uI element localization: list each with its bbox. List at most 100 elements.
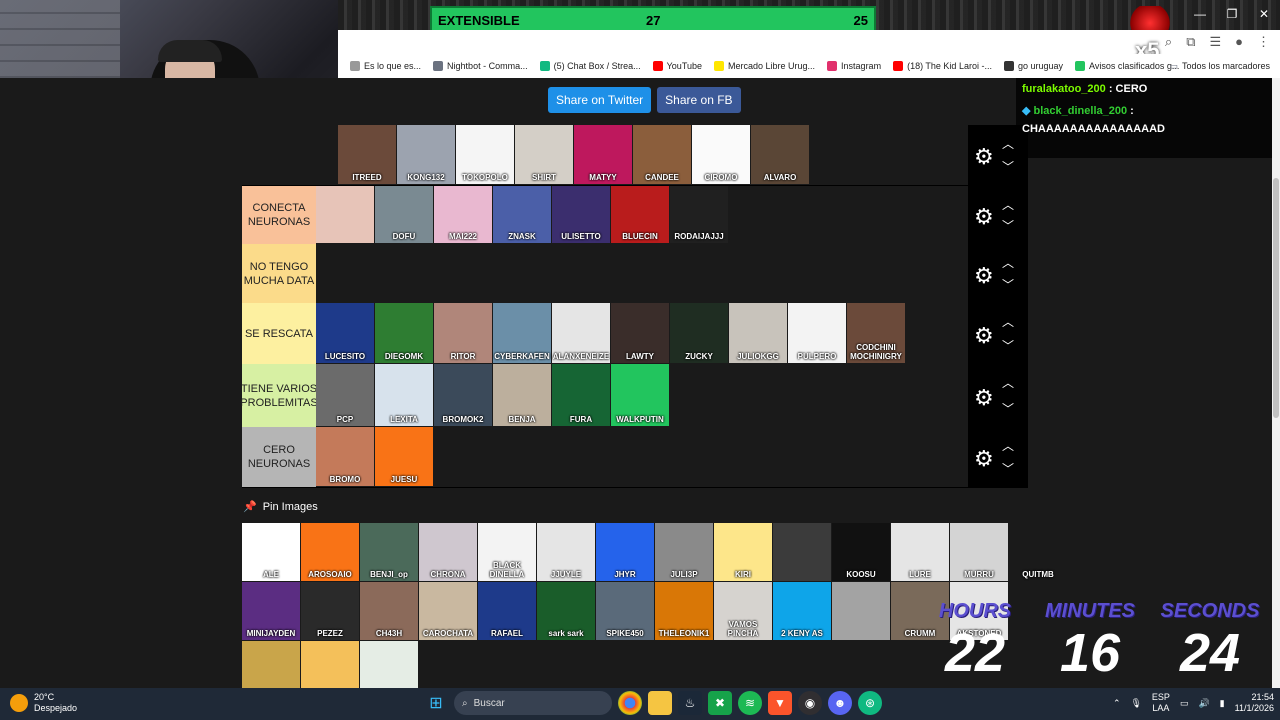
pin-tile[interactable]: CH43H (360, 582, 418, 640)
pin-tile[interactable]: RAFAEL (478, 582, 536, 640)
tier-tile[interactable]: MATYY (574, 125, 632, 184)
tier-tile[interactable]: JULIOKGG (729, 303, 787, 363)
tier-tile[interactable]: ULISETTO (552, 186, 610, 243)
brave-icon[interactable]: ▼ (768, 691, 792, 715)
app-icon[interactable]: ⊛ (858, 691, 882, 715)
clock[interactable]: 21:54 11/1/2026 (1235, 692, 1274, 714)
tier-tile[interactable]: SHIRT (515, 125, 573, 184)
pin-tile[interactable]: BENJI_op (360, 523, 418, 581)
tier-tile[interactable]: LEXITA (375, 364, 433, 426)
chevron-up-icon[interactable]: ︿ (1002, 313, 1014, 330)
tier-tile[interactable]: CIROMO (692, 125, 750, 184)
gear-icon[interactable]: ⚙ (974, 144, 994, 170)
tier-tile[interactable]: ITREED (338, 125, 396, 184)
tab-search-icon[interactable]: ☰ (1209, 34, 1221, 50)
gear-icon[interactable]: ⚙ (974, 204, 994, 230)
pin-tile[interactable]: JJUYLE (537, 523, 595, 581)
menu-icon[interactable]: ⋮ (1257, 34, 1270, 50)
pin-tile[interactable]: PEZEZ (301, 582, 359, 640)
chevron-up-icon[interactable]: ︿ (1002, 254, 1014, 271)
gear-icon[interactable]: ⚙ (974, 323, 994, 349)
tier-tile[interactable]: DIEGOMK (375, 303, 433, 363)
pin-tile[interactable]: KOOSU (832, 523, 890, 581)
tier-tile[interactable]: LUCESITO (316, 303, 374, 363)
pin-tile[interactable]: AROSOAIO (301, 523, 359, 581)
share-twitter-button[interactable]: Share on Twitter (548, 87, 652, 113)
extensions-icon[interactable]: ⧉ (1186, 34, 1195, 50)
steam-icon[interactable]: ♨ (678, 691, 702, 715)
pin-tile[interactable]: CHRONA (419, 523, 477, 581)
chevron-up-icon[interactable]: ︿ (1002, 374, 1014, 391)
tier-tile[interactable]: ALVARO (751, 125, 809, 184)
microphone-icon[interactable]: 🎙 (1130, 698, 1141, 709)
file-explorer-icon[interactable] (648, 691, 672, 715)
tier-tile[interactable]: BLUECIN (611, 186, 669, 243)
language-indicator[interactable]: ESP LAA (1152, 692, 1170, 714)
chevron-down-icon[interactable]: ﹀ (1002, 276, 1014, 293)
chevron-up-icon[interactable]: ︿ (1002, 135, 1014, 152)
network-icon[interactable]: ▭ (1180, 698, 1189, 709)
restore-icon[interactable]: ❐ (1216, 0, 1248, 28)
tier-tile[interactable]: BROMOK2 (434, 364, 492, 426)
pin-tile[interactable]: MINIJAYDEN (242, 582, 300, 640)
pin-tile[interactable]: CAROCHATA (419, 582, 477, 640)
gear-icon[interactable]: ⚙ (974, 263, 994, 289)
zoom-icon[interactable]: ⌕ (1165, 34, 1172, 50)
pin-tile[interactable]: QUITMB (1009, 523, 1067, 581)
pin-tile[interactable]: JULI3P (655, 523, 713, 581)
tier-label[interactable]: CONECTA NEURONAS (242, 186, 316, 244)
pin-tile[interactable]: THELEONIK1 (655, 582, 713, 640)
tier-tile[interactable]: FURA (552, 364, 610, 426)
tier-tile[interactable] (316, 186, 374, 243)
tier-tile[interactable]: JUESU (375, 427, 433, 486)
tier-label[interactable] (242, 125, 316, 185)
scrollbar-thumb[interactable] (1273, 178, 1279, 418)
discord-icon[interactable]: ☻ (828, 691, 852, 715)
pin-tile[interactable]: BLACK DINELLA (478, 523, 536, 581)
bookmark-item[interactable]: Avisos clasificados g... (1075, 61, 1179, 71)
close-icon[interactable]: ✕ (1248, 0, 1280, 28)
chevron-up-icon[interactable]: ︿ (1002, 437, 1014, 454)
gear-icon[interactable]: ⚙ (974, 385, 994, 411)
bookmark-item[interactable]: YouTube (652, 61, 702, 71)
pin-tile[interactable]: VAMOS PINCHA (714, 582, 772, 640)
tier-tile[interactable]: CANDEE (633, 125, 691, 184)
tier-tile[interactable]: DOFU (375, 186, 433, 243)
weather-widget[interactable]: 20°C Despejado (10, 692, 77, 714)
taskbar-search[interactable]: ⌕ Buscar (454, 691, 612, 715)
chevron-up-icon[interactable]: ︿ (1002, 196, 1014, 213)
obs-icon[interactable]: ◉ (798, 691, 822, 715)
pin-tile[interactable]: MURRU (950, 523, 1008, 581)
tier-tile[interactable]: WALKPUTIN (611, 364, 669, 426)
spotify-icon[interactable]: ≋ (738, 691, 762, 715)
tier-tile[interactable]: PULPERO (788, 303, 846, 363)
bookmark-item[interactable]: (18) The Kid Laroi -... (893, 61, 992, 71)
gear-icon[interactable]: ⚙ (974, 446, 994, 472)
pin-tile[interactable]: JHYR (596, 523, 654, 581)
tier-label[interactable]: SE RESCATA (242, 303, 316, 364)
bookmark-item[interactable]: Es lo que es... (350, 61, 421, 71)
tier-tile[interactable]: PCP (316, 364, 374, 426)
minimize-icon[interactable]: — (1184, 0, 1216, 28)
tier-label[interactable]: NO TENGO MUCHA DATA (242, 244, 316, 303)
all-bookmarks[interactable]: ▭ Todos los marcadores (1169, 61, 1270, 72)
tier-tile[interactable]: BENJA (493, 364, 551, 426)
tier-tile[interactable]: ALANXENEIZE (552, 303, 610, 363)
bookmark-item[interactable]: Nightbot - Comma... (433, 61, 528, 71)
tier-tile[interactable]: RODAIJAJJJ (670, 186, 728, 243)
pin-tile[interactable]: 2 KENY AS (773, 582, 831, 640)
pin-tile[interactable]: SPIKE450 (596, 582, 654, 640)
tier-tile[interactable]: CODCHINI MOCHINIGRY (847, 303, 905, 363)
tier-label[interactable]: CERO NEURONAS (242, 427, 316, 487)
pin-tile[interactable]: sark sark (537, 582, 595, 640)
page-scrollbar[interactable] (1272, 78, 1280, 688)
bookmark-item[interactable]: Instagram (827, 61, 881, 71)
chevron-down-icon[interactable]: ﹀ (1002, 460, 1014, 477)
volume-icon[interactable]: 🔊 (1198, 698, 1209, 709)
chevron-down-icon[interactable]: ﹀ (1002, 400, 1014, 417)
tier-tile[interactable]: CYBERKAFEN (493, 303, 551, 363)
tier-tile[interactable]: RITOR (434, 303, 492, 363)
bookmark-item[interactable]: Mercado Libre Urug... (714, 61, 815, 71)
pin-tile[interactable]: LURE (891, 523, 949, 581)
tier-tile[interactable]: KONG132 (397, 125, 455, 184)
